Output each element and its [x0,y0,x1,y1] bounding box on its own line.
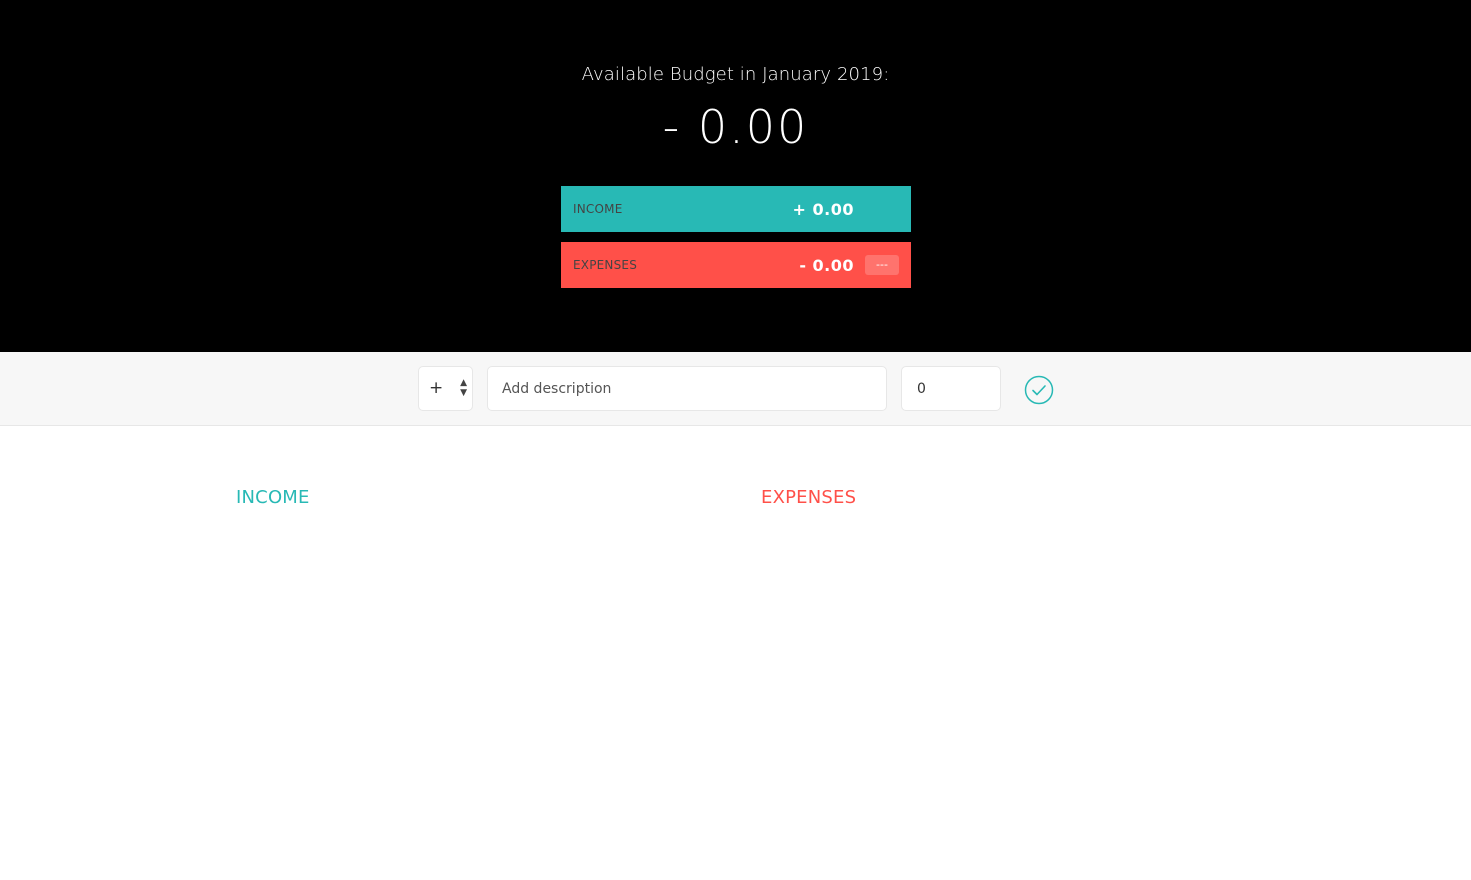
budget-income-summary: INCOME + 0.00 [561,186,911,232]
budget-expenses-value: - 0.00 [799,255,854,275]
budget-income-label: INCOME [573,202,623,216]
income-list-title: INCOME [236,487,310,508]
add-type-value: + [429,378,444,398]
budget-title: Available Budget in January 2019: [581,64,890,85]
add-value-input[interactable] [901,366,1001,411]
add-bar: + ▲ ▼ [0,352,1471,426]
budget-value: - 0.00 [662,100,809,154]
budget-expenses-percentage: --- [865,255,899,275]
check-circle-icon [1024,375,1054,405]
expenses-list-title: EXPENSES [761,487,857,508]
add-submit-button[interactable] [1024,375,1054,405]
add-description-input[interactable] [487,366,887,411]
budget-header: Available Budget in January 2019: - 0.00… [0,0,1471,352]
select-arrows-icon: ▲ ▼ [460,378,467,398]
budget-expenses-label: EXPENSES [573,258,638,272]
budget-expenses-summary: EXPENSES - 0.00 --- [561,242,911,288]
add-type-select[interactable]: + ▲ ▼ [418,366,473,411]
budget-income-value: + 0.00 [792,199,854,219]
